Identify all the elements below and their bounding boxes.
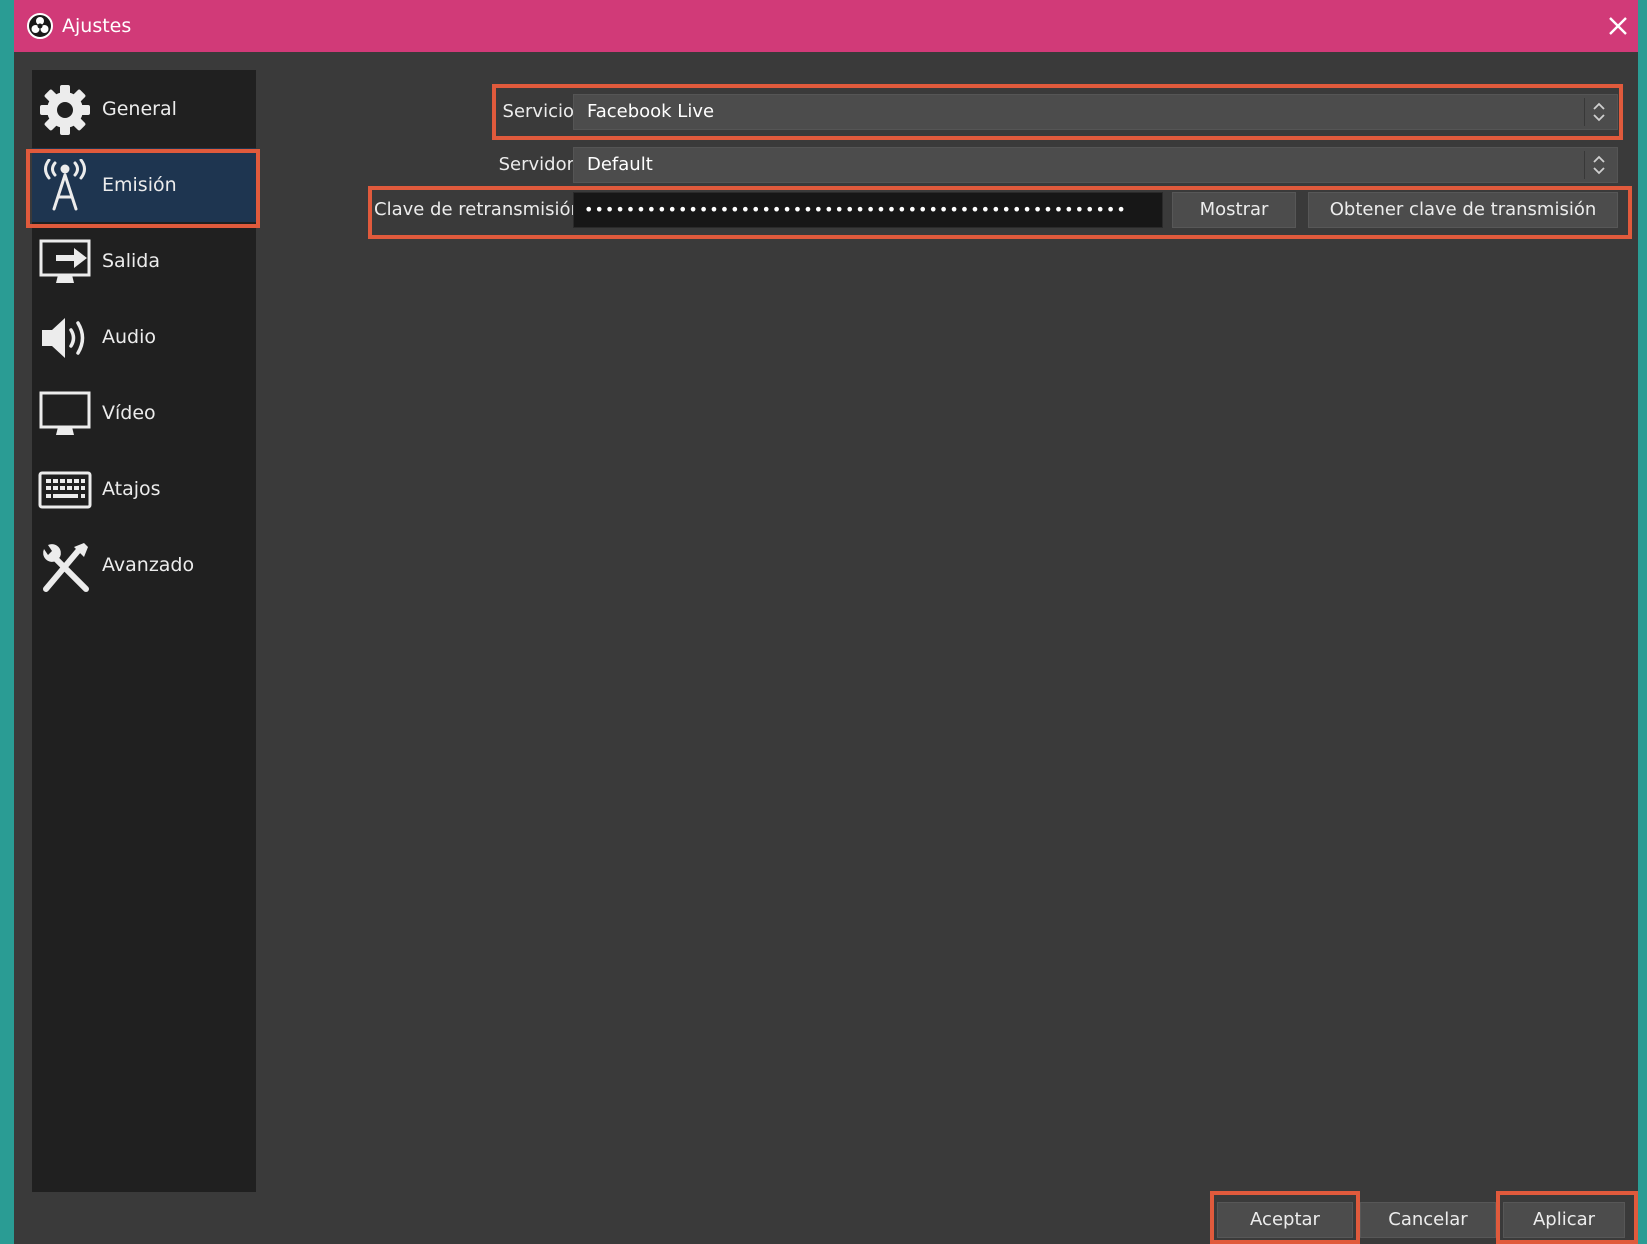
service-value: Facebook Live (587, 101, 715, 122)
close-icon[interactable] (1602, 10, 1634, 42)
sidebar-item-label: Audio (102, 326, 157, 348)
sidebar-item-label: General (102, 98, 177, 120)
service-label: Servicio (502, 101, 574, 122)
chevron-up-down-icon (1584, 151, 1605, 179)
sidebar-item-label: Atajos (102, 478, 161, 500)
sidebar-item-avanzado[interactable]: Avanzado (32, 528, 256, 602)
obs-logo-icon (27, 13, 53, 39)
stream-key-input[interactable]: ••••••••••••••••••••••••••••••••••••••••… (573, 192, 1163, 228)
sidebar-item-video[interactable]: Vídeo (32, 376, 256, 450)
broadcast-tower-icon (44, 159, 86, 211)
sidebar-item-label: Avanzado (102, 554, 195, 576)
sidebar-item-general[interactable]: General (32, 72, 256, 146)
cancel-button[interactable]: Cancelar (1360, 1202, 1496, 1238)
sidebar-item-label: Vídeo (102, 402, 156, 424)
title-bar: Ajustes (14, 0, 1638, 52)
keyboard-icon (38, 471, 92, 509)
stream-key-label: Clave de retransmisión (374, 199, 582, 220)
settings-window: Ajustes General Emisión Salida Audio Víd… (14, 0, 1638, 1244)
sidebar-item-emision[interactable]: Emisión (32, 148, 256, 222)
server-value: Default (587, 154, 653, 175)
output-monitor-icon (39, 239, 91, 283)
get-stream-key-button[interactable]: Obtener clave de transmisión (1308, 192, 1618, 228)
tools-icon (43, 543, 89, 592)
sidebar-item-audio[interactable]: Audio (32, 300, 256, 374)
accept-button[interactable]: Aceptar (1217, 1202, 1353, 1238)
server-select[interactable]: Default (573, 147, 1618, 183)
service-select[interactable]: Facebook Live (573, 94, 1618, 130)
sidebar-item-atajos[interactable]: Atajos (32, 452, 256, 526)
sidebar-item-label: Salida (102, 250, 160, 272)
server-label: Servidor (498, 154, 574, 175)
sidebar-item-label: Emisión (102, 174, 177, 196)
apply-button[interactable]: Aplicar (1503, 1202, 1625, 1238)
monitor-icon (39, 391, 91, 435)
window-title: Ajustes (62, 15, 132, 37)
gear-icon (40, 85, 90, 135)
show-key-button[interactable]: Mostrar (1172, 192, 1296, 228)
sidebar-item-salida[interactable]: Salida (32, 224, 256, 298)
speaker-icon (42, 318, 85, 358)
chevron-up-down-icon (1584, 98, 1605, 126)
sidebar: General Emisión Salida Audio Vídeo Atajo… (32, 70, 256, 1192)
